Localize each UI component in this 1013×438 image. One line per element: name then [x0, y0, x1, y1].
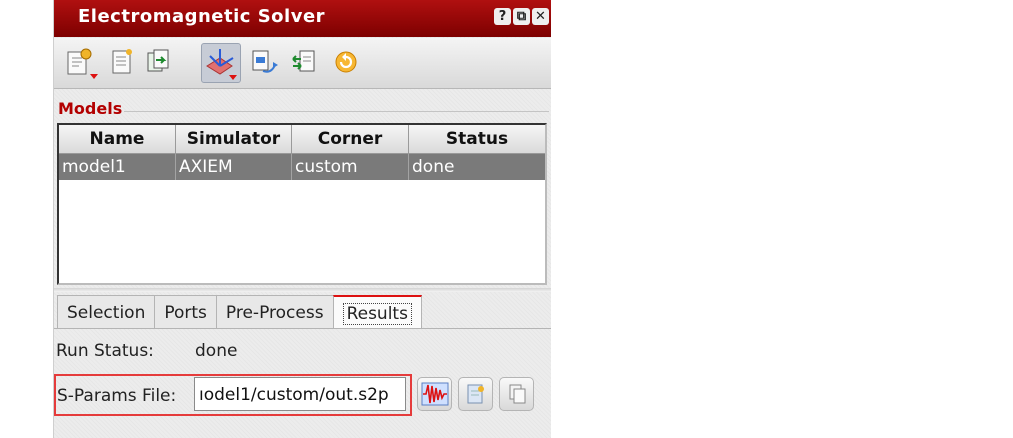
export-icon[interactable]: [249, 47, 279, 77]
sparams-file-label: S-Params File:: [57, 386, 177, 406]
tab-pre-process[interactable]: Pre-Process: [215, 295, 334, 329]
column-header-status[interactable]: Status: [409, 125, 545, 153]
waveform-icon: [421, 382, 448, 406]
tab-baseline: [54, 328, 551, 329]
document-icon[interactable]: [107, 47, 137, 77]
new-model-icon[interactable]: [65, 47, 98, 79]
toolbar: [54, 38, 551, 89]
close-button[interactable]: ✕: [532, 8, 549, 25]
simulate-icon[interactable]: [201, 43, 241, 83]
section-divider: [124, 111, 549, 112]
cell-simulator: AXIEM: [176, 154, 292, 180]
models-section-label: Models: [58, 99, 123, 118]
file-browse-icon: [467, 384, 484, 404]
splitter-handle[interactable]: [54, 288, 551, 292]
column-header-corner[interactable]: Corner: [292, 125, 409, 153]
window-controls: ? ⧉ ✕: [494, 8, 549, 25]
run-status-value: done: [195, 341, 238, 361]
cell-name: model1: [59, 154, 176, 180]
refresh-icon[interactable]: [331, 47, 361, 77]
table-header: Name Simulator Corner Status: [59, 125, 545, 154]
restore-button[interactable]: ⧉: [513, 8, 530, 25]
tab-bar: Selection Ports Pre-Process Results: [57, 295, 422, 329]
plot-sparams-button[interactable]: [417, 377, 452, 411]
tab-selection[interactable]: Selection: [57, 295, 156, 329]
copy-model-icon[interactable]: [144, 47, 174, 77]
copy-path-button[interactable]: [499, 377, 534, 411]
tab-ports[interactable]: Ports: [154, 295, 217, 329]
cell-corner: custom: [292, 154, 409, 180]
sync-icon[interactable]: [290, 47, 320, 77]
cell-status: done: [412, 157, 455, 177]
window-title: Electromagnetic Solver: [78, 6, 326, 27]
sparams-file-field[interactable]: ıodel1/custom/out.s2p: [194, 377, 406, 411]
run-status-label: Run Status:: [56, 341, 154, 361]
models-table[interactable]: Name Simulator Corner Status model1 AXIE…: [57, 123, 547, 285]
column-header-simulator[interactable]: Simulator: [176, 125, 292, 153]
open-file-button[interactable]: [458, 377, 493, 411]
table-row[interactable]: model1 AXIEM custom done: [59, 154, 545, 180]
em-solver-panel: Electromagnetic Solver ? ⧉ ✕ Models Name…: [53, 0, 551, 438]
tab-results[interactable]: Results: [332, 295, 422, 329]
title-bar: Electromagnetic Solver ? ⧉ ✕: [54, 0, 551, 37]
help-button[interactable]: ?: [494, 8, 511, 25]
copy-icon: [509, 384, 525, 404]
column-header-name[interactable]: Name: [59, 125, 176, 153]
